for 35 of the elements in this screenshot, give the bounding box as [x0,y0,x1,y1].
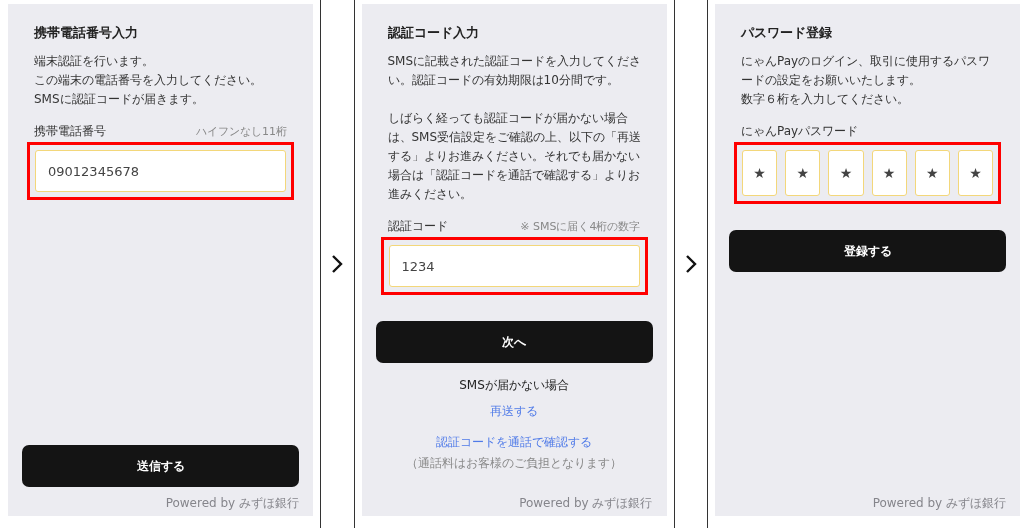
powered-by-text: Powered by みずほ銀行 [519,495,653,512]
chevron-right-icon [684,254,697,274]
field-hint: ※ SMSに届く4桁の数字 [520,219,641,234]
input-field[interactable]: 1234 [388,245,640,287]
instruction-text: にゃんPayのログイン、取引に使用するパスワードの設定をお願いいたします。 [741,53,992,89]
pin-digit-field[interactable]: ★ [742,150,778,196]
chevron-right-icon [331,254,344,274]
help-heading: SMSが届かない場合 [459,377,569,394]
help-link[interactable]: 認証コードを通話で確認する [436,434,592,451]
instruction-text: 端末認証を行います。 [34,53,155,70]
pin-digit-field[interactable]: ★ [957,150,994,196]
instruction-text: 数字６桁を入力してください。 [741,91,910,108]
powered-by-text: Powered by みずほ銀行 [165,495,299,512]
instruction-text: この端末の電話番号を入力してください。 [34,72,263,89]
screen-title: パスワード登録 [741,24,833,42]
submit-button[interactable]: 登録する [729,230,1006,272]
instruction-text: SMSに記載された認証コードを入力してください。認証コードの有効期限は10分間です。 [387,53,643,89]
help-link[interactable]: 再送する [490,403,538,420]
pin-digit-field[interactable]: ★ [828,150,864,196]
screen-title: 携帯電話番号入力 [34,24,139,42]
screen-title: 認証コード入力 [387,24,480,42]
call-fee-note: （通話料はお客様のご負担となります） [406,455,622,472]
field-hint: ハイフンなし11桁 [196,124,287,139]
input-field[interactable]: 09012345678 [35,150,286,192]
instruction-text: しばらく経っても認証コードが届かない場合は、SMS受信設定をご確認の上、以下の「再送する」よりお進みください。それでも届かない場合は「認証コードを通話で確認する」よりお進みください。 [387,110,643,203]
pin-digit-field[interactable]: ★ [871,150,907,196]
field-label: 認証コード [387,218,448,235]
pin-digit-field[interactable]: ★ [785,150,821,196]
pin-digit-field[interactable]: ★ [914,150,950,196]
submit-button[interactable]: 次へ [375,321,653,363]
field-label: にゃんPayパスワード [741,123,859,140]
powered-by-text: Powered by みずほ銀行 [872,495,1006,512]
instruction-text: SMSに認証コードが届きます。 [34,91,205,108]
field-label: 携帯電話番号 [34,123,106,140]
submit-button[interactable]: 送信する [22,445,299,487]
